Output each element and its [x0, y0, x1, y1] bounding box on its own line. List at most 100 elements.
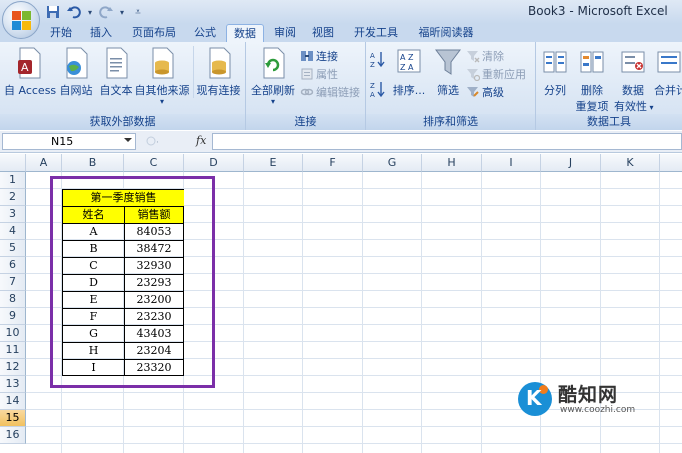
row-header-14[interactable]: 14 — [0, 393, 26, 410]
name-box-dropdown-icon[interactable] — [124, 138, 132, 142]
tab-insert[interactable]: 插入 — [84, 24, 118, 42]
advanced-filter-icon — [466, 85, 480, 99]
clear-filter-button[interactable]: 清除 — [466, 47, 504, 64]
from-text-label: 自文本 — [99, 84, 133, 97]
tab-view[interactable]: 视图 — [306, 24, 340, 42]
gridline — [659, 172, 660, 453]
coozhi-logo-icon: K — [518, 382, 552, 416]
row-header-3[interactable]: 3 — [0, 206, 26, 223]
text-to-columns-button[interactable]: 分列 — [538, 46, 572, 98]
row-header-12[interactable]: 12 — [0, 359, 26, 376]
sort-button[interactable]: A ZZ A 排序... — [388, 46, 430, 98]
refresh-all-dropdown-icon: ▾ — [270, 97, 275, 106]
column-header-i[interactable]: I — [482, 154, 541, 172]
row-header-10[interactable]: 10 — [0, 325, 26, 342]
save-icon[interactable] — [44, 3, 62, 21]
text-to-columns-icon — [542, 46, 568, 80]
row-header-8[interactable]: 8 — [0, 291, 26, 308]
from-web-button[interactable]: 自网站 — [56, 46, 96, 98]
svg-text:·: · — [156, 138, 159, 148]
group-connections: 全部刷新 ▾ 连接 属性 编辑链接 连接 — [246, 42, 366, 130]
customize-qat-icon[interactable]: ⩡ — [129, 3, 147, 21]
row-header-5[interactable]: 5 — [0, 240, 26, 257]
tab-page-layout[interactable]: 页面布局 — [124, 24, 184, 42]
tab-data[interactable]: 数据 — [226, 24, 264, 42]
row-header-15[interactable]: 15 — [0, 410, 26, 427]
existing-connections-label: 现有连接 — [196, 84, 241, 97]
column-header-b[interactable]: B — [62, 154, 124, 172]
row-header-2[interactable]: 2 — [0, 189, 26, 206]
svg-text:A: A — [21, 61, 29, 74]
tab-developer[interactable]: 开发工具 — [346, 24, 406, 42]
row-header-11[interactable]: 11 — [0, 342, 26, 359]
filter-button[interactable]: 筛选 — [430, 46, 466, 98]
row-header-6[interactable]: 6 — [0, 257, 26, 274]
consolidate-button[interactable]: 合并计 — [654, 46, 682, 98]
column-header-f[interactable]: F — [303, 154, 363, 172]
row-header-1[interactable]: 1 — [0, 172, 26, 189]
row-header-16[interactable]: 16 — [0, 427, 26, 444]
watermark-url: www.coozhi.com — [560, 405, 636, 415]
from-other-sources-button[interactable]: 自其他来源 ▾ — [134, 46, 190, 106]
sort-z-a-button[interactable]: ZA — [370, 80, 386, 99]
svg-text:Z A: Z A — [400, 63, 414, 72]
undo-icon[interactable] — [65, 3, 83, 21]
column-header-l[interactable] — [660, 154, 682, 172]
advanced-filter-button[interactable]: 高级 — [466, 83, 504, 100]
watermark-name: 酷知网 — [558, 384, 619, 406]
select-all-corner[interactable] — [0, 154, 26, 172]
group-get-external-data-label: 获取外部数据 — [0, 114, 245, 130]
column-header-e[interactable]: E — [244, 154, 303, 172]
tab-home[interactable]: 开始 — [44, 24, 78, 42]
undo-dropdown-icon[interactable]: ▾ — [86, 3, 94, 21]
insert-function-button[interactable]: fx — [196, 134, 206, 147]
column-header-a[interactable]: A — [26, 154, 62, 172]
svg-text:A: A — [370, 52, 375, 60]
row-header-9[interactable]: 9 — [0, 308, 26, 325]
from-other-sources-label: 自其他来源 — [134, 84, 190, 97]
other-sources-icon — [147, 46, 177, 80]
column-header-c[interactable]: C — [124, 154, 184, 172]
from-access-button[interactable]: A 自 Access — [4, 46, 56, 98]
column-header-d[interactable]: D — [184, 154, 244, 172]
refresh-all-button[interactable]: 全部刷新 ▾ — [248, 46, 298, 106]
row-header-7[interactable]: 7 — [0, 274, 26, 291]
properties-label: 属性 — [316, 67, 338, 81]
tab-formulas[interactable]: 公式 — [188, 24, 222, 42]
existing-connections-button[interactable]: 现有连接 — [193, 46, 243, 98]
remove-duplicates-button[interactable]: 删除 重复项 — [574, 46, 610, 114]
column-header-h[interactable]: H — [422, 154, 482, 172]
connections-label: 连接 — [316, 49, 338, 63]
sort-ascending-icon: AZ — [370, 50, 386, 69]
redo-dropdown-icon[interactable]: ▾ — [118, 3, 126, 21]
office-button[interactable] — [2, 1, 40, 39]
sort-label: 排序... — [392, 84, 426, 97]
consolidate-label: 合并计 — [654, 84, 682, 97]
highlight-box — [50, 176, 215, 388]
group-sort-filter-label: 排序和筛选 — [366, 114, 535, 130]
column-header-k[interactable]: K — [601, 154, 660, 172]
tab-foxit-reader[interactable]: 福昕阅读器 — [410, 24, 482, 42]
redo-icon[interactable] — [97, 3, 115, 21]
row-header-4[interactable]: 4 — [0, 223, 26, 240]
column-header-j[interactable]: J — [541, 154, 601, 172]
svg-text:A: A — [370, 91, 375, 98]
row-header-13[interactable]: 13 — [0, 376, 26, 393]
clear-filter-label: 清除 — [482, 49, 504, 63]
data-validation-button[interactable]: 数据 有效性 ▾ — [614, 46, 654, 114]
name-box[interactable]: N15 — [2, 133, 136, 150]
remove-duplicates-label-1: 删除 — [581, 84, 603, 97]
reapply-button[interactable]: 重新应用 — [466, 65, 526, 82]
properties-icon — [300, 67, 314, 81]
properties-button[interactable]: 属性 — [300, 65, 338, 82]
sort-a-z-button[interactable]: AZ — [370, 50, 386, 69]
connections-button[interactable]: 连接 — [300, 47, 338, 64]
existing-connections-icon — [204, 46, 234, 80]
column-header-g[interactable]: G — [363, 154, 422, 172]
gridline — [302, 172, 303, 453]
from-text-button[interactable]: 自文本 — [96, 46, 136, 98]
gridline — [481, 172, 482, 453]
edit-links-button[interactable]: 编辑链接 — [300, 83, 360, 100]
formula-input[interactable] — [212, 133, 682, 150]
tab-review[interactable]: 审阅 — [268, 24, 302, 42]
